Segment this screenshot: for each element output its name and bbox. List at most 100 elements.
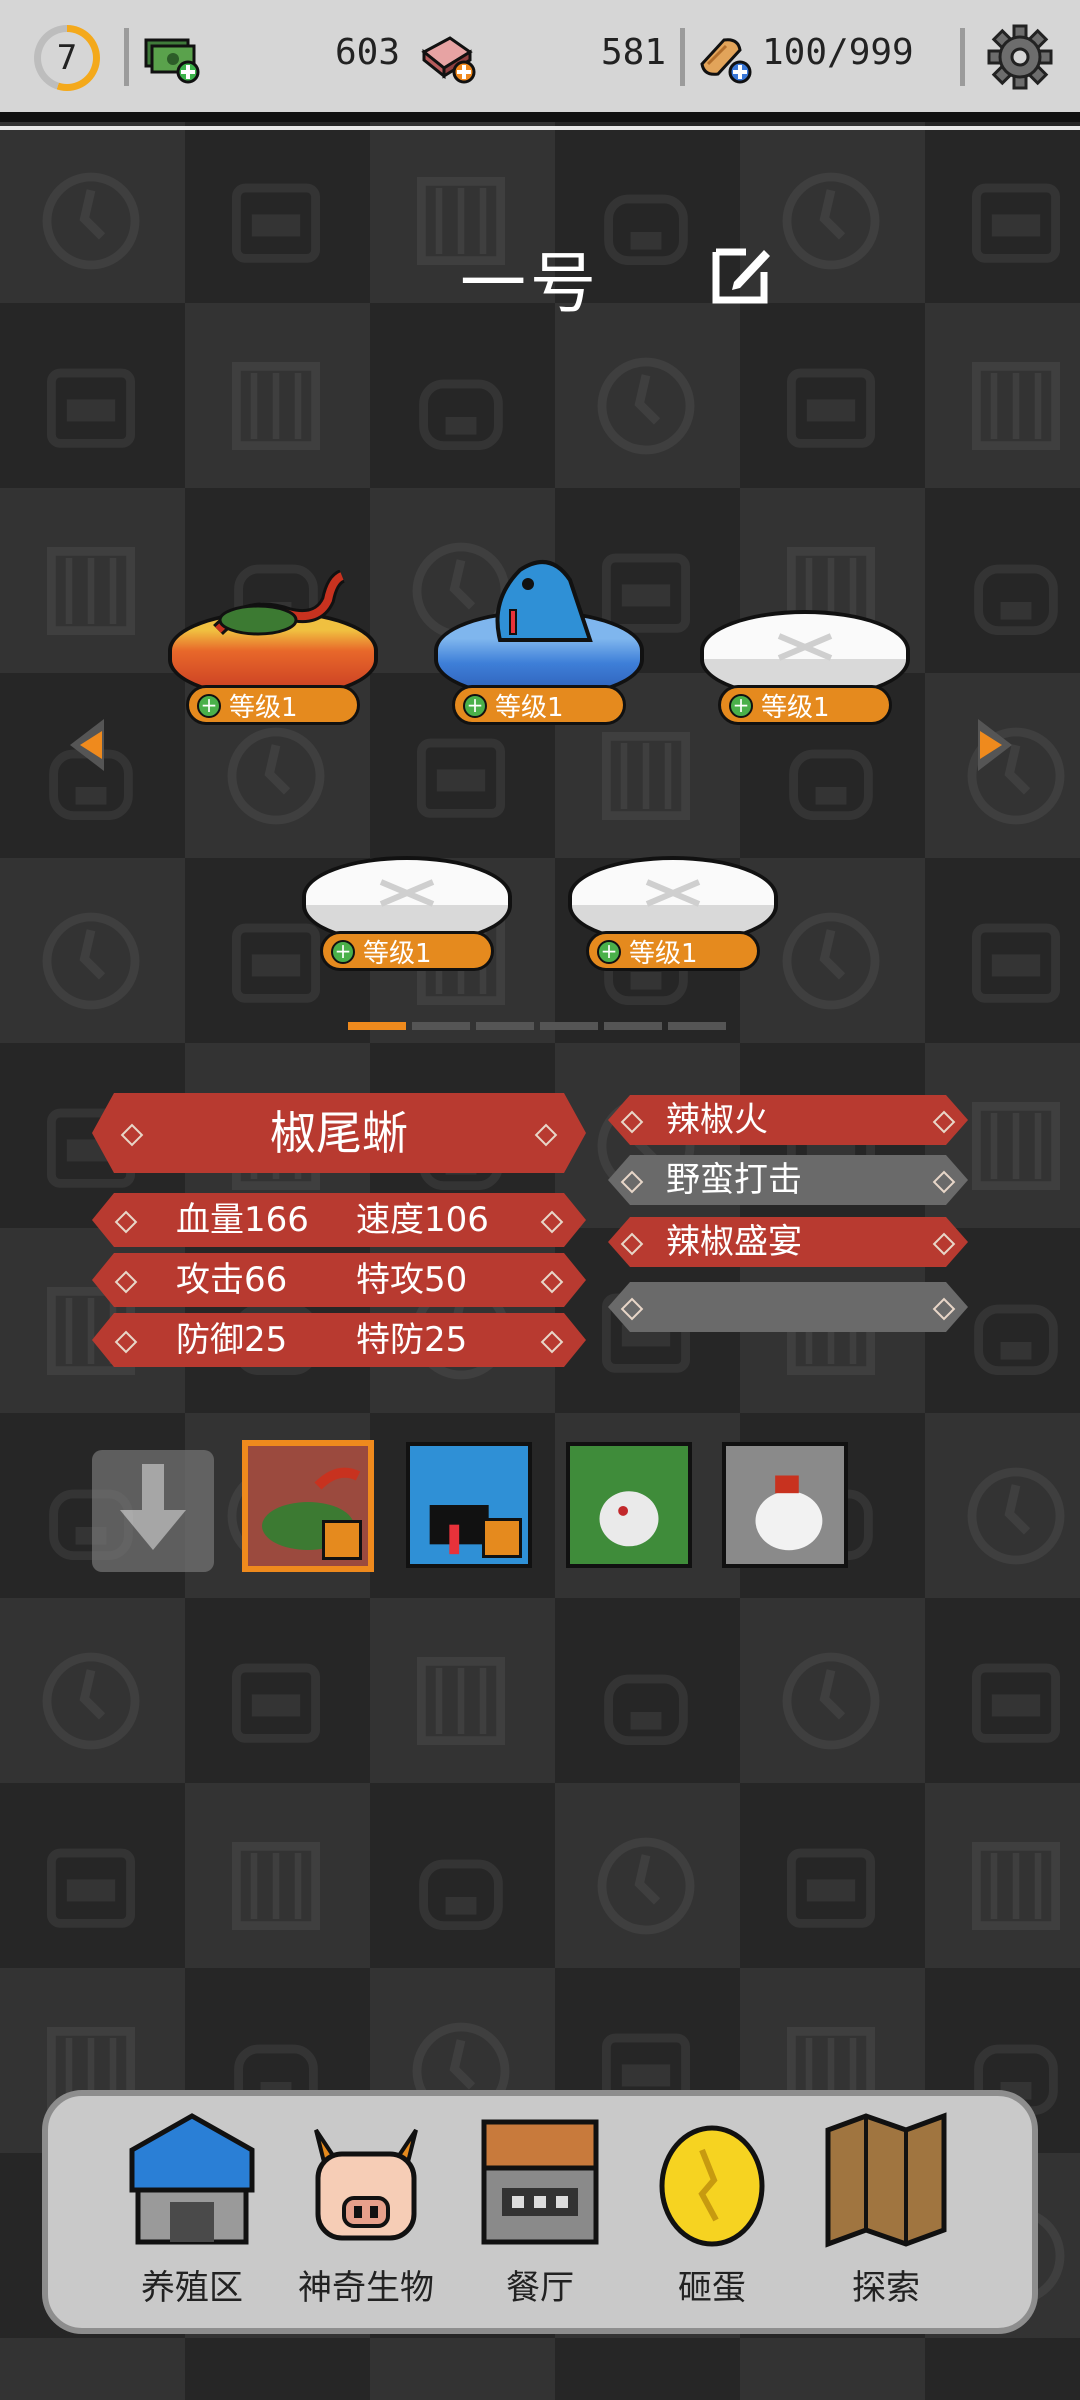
- team-slot-5[interactable]: + 等级1: [568, 826, 778, 976]
- team-slot-2[interactable]: + 等级1: [434, 560, 644, 730]
- background-glyph: [591, 1831, 701, 1941]
- background-glyph: [776, 1831, 886, 1941]
- nav-restaurant[interactable]: 餐厅: [460, 2110, 620, 2310]
- nav-farm[interactable]: 养殖区: [112, 2110, 272, 2310]
- upgrade-plus-icon: +: [197, 694, 221, 718]
- stat-row: 防御25 特防25: [92, 1313, 586, 1367]
- nav-label: 餐厅: [506, 2268, 574, 2308]
- skill-slot-2[interactable]: 野蛮打击: [608, 1155, 968, 1205]
- background-glyph: [961, 1646, 1071, 1756]
- divider: [124, 28, 129, 86]
- skill-slot-3[interactable]: 辣椒盛宴: [608, 1217, 968, 1267]
- team-slot-3[interactable]: + 等级1: [700, 580, 910, 730]
- level-badge[interactable]: + 等级1: [186, 685, 360, 725]
- creature-card-pepper-lizard[interactable]: [242, 1440, 374, 1572]
- diamond-ornament: [933, 1171, 956, 1194]
- previous-page-arrow[interactable]: [62, 715, 112, 775]
- stat-speed: 速度106: [356, 1200, 489, 1240]
- background-glyph: [406, 721, 516, 831]
- next-page-arrow[interactable]: [970, 715, 1020, 775]
- gear-icon[interactable]: [985, 22, 1055, 92]
- background-glyph: [776, 166, 886, 276]
- level-badge[interactable]: + 等级1: [586, 931, 760, 971]
- background-glyph: [961, 1276, 1071, 1386]
- divider: [960, 28, 965, 86]
- diamond-ornament: [115, 1211, 138, 1234]
- background-glyph: [961, 166, 1071, 276]
- background-glyph: [36, 351, 146, 461]
- creature-name-banner: 椒尾蜥: [92, 1093, 586, 1173]
- meat-plus-icon[interactable]: [418, 30, 478, 84]
- page-dot: [604, 1022, 662, 1030]
- background-glyph: [406, 351, 516, 461]
- stat-sp-attack: 特攻50: [356, 1260, 468, 1300]
- diamond-ornament: [541, 1331, 564, 1354]
- unequip-button[interactable]: [92, 1450, 214, 1572]
- background-glyph: [221, 166, 331, 276]
- farm-icon: [129, 2113, 255, 2245]
- upgrade-plus-icon: +: [463, 694, 487, 718]
- restaurant-icon: [481, 2119, 599, 2245]
- skill-slot-1[interactable]: 辣椒火: [608, 1095, 968, 1145]
- background-glyph: [961, 351, 1071, 461]
- empty-slot-icon: [777, 633, 833, 661]
- background-glyph: [36, 536, 146, 646]
- page-dot: [412, 1022, 470, 1030]
- skill-name: 辣椒火: [666, 1100, 768, 1140]
- water-serpent-icon: [495, 560, 593, 642]
- bread-plus-icon[interactable]: [694, 30, 754, 84]
- rooster-portrait: [726, 1446, 844, 1564]
- background-glyph: [406, 1646, 516, 1756]
- nav-label: 神奇生物: [298, 2268, 434, 2308]
- nav-egg[interactable]: 砸蛋: [632, 2110, 792, 2310]
- background-glyph: [36, 1831, 146, 1941]
- nav-explore[interactable]: 探索: [806, 2110, 966, 2310]
- level-badge[interactable]: + 等级1: [320, 931, 494, 971]
- team-slot-1[interactable]: + 等级1: [168, 570, 378, 730]
- background-glyph: [591, 351, 701, 461]
- page-dot: [476, 1022, 534, 1030]
- creature-card-rooster[interactable]: [722, 1442, 848, 1568]
- background-glyph: [961, 906, 1071, 1016]
- upgrade-plus-icon: +: [597, 940, 621, 964]
- level-badge[interactable]: + 等级1: [452, 685, 626, 725]
- checkbox-checked-icon: [482, 1518, 522, 1558]
- player-level-badge[interactable]: 7: [34, 25, 100, 91]
- level-label: 等级1: [629, 938, 698, 969]
- edit-icon[interactable]: [712, 242, 774, 304]
- background-glyph: [776, 721, 886, 831]
- background-glyph: [961, 1091, 1071, 1201]
- skill-name: 辣椒盛宴: [666, 1222, 802, 1262]
- level-label: 等级1: [761, 692, 830, 723]
- page-dot: [540, 1022, 598, 1030]
- creature-card-water-serpent[interactable]: [406, 1442, 532, 1568]
- background-glyph: [961, 1831, 1071, 1941]
- diamond-ornament: [121, 1124, 144, 1147]
- creature-card-green-rabbit[interactable]: [566, 1442, 692, 1568]
- upgrade-plus-icon: +: [331, 940, 355, 964]
- diamond-ornament: [115, 1331, 138, 1354]
- background-glyph: [221, 1831, 331, 1941]
- diamond-ornament: [933, 1233, 956, 1256]
- level-badge[interactable]: + 等级1: [718, 685, 892, 725]
- pepper-lizard-icon: [213, 570, 346, 636]
- cash-plus-icon[interactable]: [142, 30, 202, 84]
- creature-icon: [314, 2128, 418, 2241]
- team-slot-4[interactable]: + 等级1: [302, 826, 512, 976]
- diamond-ornament: [933, 1298, 956, 1321]
- background-glyph: [961, 1461, 1071, 1571]
- diamond-ornament: [541, 1271, 564, 1294]
- stat-defense: 防御25: [176, 1320, 288, 1360]
- stat-sp-defense: 特防25: [356, 1320, 468, 1360]
- skill-slot-4[interactable]: [608, 1282, 968, 1332]
- egg-icon: [659, 2125, 765, 2247]
- down-arrow-icon: [120, 1464, 186, 1550]
- meat-value: 581: [600, 32, 666, 73]
- page-dot: [668, 1022, 726, 1030]
- background-glyph: [36, 166, 146, 276]
- nav-label: 砸蛋: [678, 2268, 746, 2308]
- diamond-ornament: [621, 1233, 644, 1256]
- background-glyph: [406, 1831, 516, 1941]
- level-label: 等级1: [363, 938, 432, 969]
- nav-creatures[interactable]: 神奇生物: [286, 2110, 446, 2310]
